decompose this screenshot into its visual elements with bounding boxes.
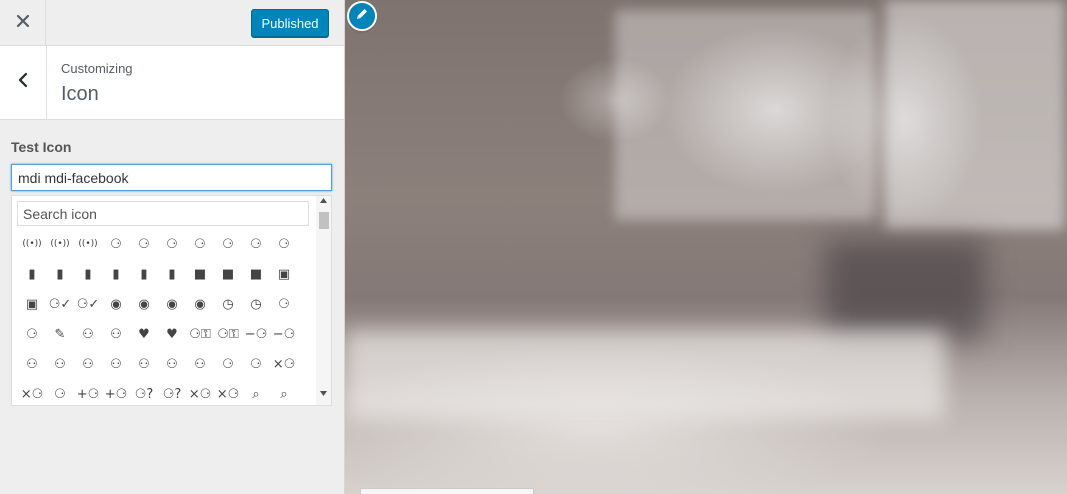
account-minus-outline-icon[interactable]: −⚆ (270, 319, 298, 349)
account-multiple-minus-icon[interactable]: ⚇ (74, 349, 102, 379)
account-minus-icon[interactable]: −⚆ (242, 319, 270, 349)
account-key-outline-icon[interactable]: ⚆⚿ (214, 319, 242, 349)
account-arrow-right-outline-icon[interactable]: ⚆ (270, 229, 298, 259)
account-off-icon[interactable]: ×⚆ (270, 349, 298, 379)
account-child-icon[interactable]: ◉ (102, 289, 130, 319)
icon-class-input[interactable] (11, 164, 332, 191)
account-check-icon[interactable]: ⚆✓ (46, 289, 74, 319)
close-icon (16, 14, 29, 32)
access-point-network-icon[interactable]: ((•)) (46, 229, 74, 259)
account-multiple-plus-icon[interactable]: ⚇ (158, 349, 186, 379)
account-search-icon[interactable]: ⌕ (242, 379, 270, 405)
account-alert-outline-icon[interactable]: ⚆ (158, 229, 186, 259)
account-plus-outline-icon[interactable]: +⚆ (102, 379, 130, 405)
account-plus-icon[interactable]: +⚆ (74, 379, 102, 405)
account-multiple-plus-outline-icon[interactable]: ⚇ (186, 349, 214, 379)
edit-shortcut-button[interactable] (347, 1, 377, 31)
account-question-icon[interactable]: ⚆? (130, 379, 158, 405)
close-button[interactable] (0, 0, 46, 46)
preview-window-right (885, 0, 1065, 230)
account-badge-outline-icon[interactable]: ▮ (158, 259, 186, 289)
scroll-down-icon[interactable] (316, 391, 331, 401)
account-badge-alert-icon[interactable]: ▮ (46, 259, 74, 289)
account-details-icon[interactable]: ⚆ (18, 319, 46, 349)
account-badge-horizontal-outline-icon[interactable]: ▮ (130, 259, 158, 289)
breadcrumb: Customizing (61, 61, 133, 76)
page-title: Icon (61, 83, 99, 105)
account-key-icon[interactable]: ⚆⚿ (186, 319, 214, 349)
account-icon[interactable]: ⚆ (102, 229, 130, 259)
account-clock-icon[interactable]: ◷ (214, 289, 242, 319)
account-box-icon[interactable]: ■ (186, 259, 214, 289)
account-multiple-icon[interactable]: ⚇ (18, 349, 46, 379)
account-check-outline-icon[interactable]: ⚆✓ (74, 289, 102, 319)
account-search-outline-icon[interactable]: ⌕ (270, 379, 298, 405)
account-multiple-minus-outline-icon[interactable]: ⚇ (102, 349, 130, 379)
account-arrow-left-outline-icon[interactable]: ⚆ (214, 229, 242, 259)
account-box-multiple-icon[interactable]: ■ (214, 259, 242, 289)
account-heart-icon[interactable]: ♥ (130, 319, 158, 349)
scroll-up-icon[interactable] (316, 198, 331, 208)
account-heart-outline-icon[interactable]: ♥ (158, 319, 186, 349)
account-remove-icon[interactable]: ×⚆ (186, 379, 214, 405)
account-clock-outline-icon[interactable]: ◷ (242, 289, 270, 319)
search-input[interactable] (17, 201, 309, 226)
account-multiple-outline-icon[interactable]: ⚇ (130, 349, 158, 379)
account-card-details-icon[interactable]: ▣ (270, 259, 298, 289)
account-box-outline-icon[interactable]: ■ (242, 259, 270, 289)
site-preview (345, 0, 1067, 494)
publish-button[interactable]: Published (251, 9, 329, 37)
account-badge-icon[interactable]: ▮ (18, 259, 46, 289)
preview-window-left (615, 10, 875, 220)
preview-desk (345, 330, 945, 420)
customizer-header: Published (0, 0, 344, 46)
account-network-outline-icon[interactable]: ⚆ (242, 349, 270, 379)
account-arrow-right-icon[interactable]: ⚆ (242, 229, 270, 259)
pencil-icon (355, 7, 369, 26)
account-group-outline-icon[interactable]: ⚇ (102, 319, 130, 349)
scrollbar[interactable] (316, 196, 331, 405)
back-button[interactable] (0, 46, 47, 119)
account-convert-icon[interactable]: ⚆ (270, 289, 298, 319)
account-circle-outline-icon[interactable]: ◉ (186, 289, 214, 319)
preview-chair (825, 240, 985, 340)
account-arrow-left-icon[interactable]: ⚆ (186, 229, 214, 259)
account-multiple-check-icon[interactable]: ⚇ (46, 349, 74, 379)
chevron-left-icon (18, 72, 28, 93)
icon-grid: ((•)) ((•)) ((•)) ⚆ ⚆ ⚆ ⚆ ⚆ ⚆ ⚆ ▮ ▮ ▮ ▮ ▮ ▮ ■ ■ ■ ▣ ▣ ⚆✓ ⚆✓ ◉ ◉ ◉… (18, 229, 308, 405)
account-network-icon[interactable]: ⚆ (214, 349, 242, 379)
scrollbar-thumb[interactable] (319, 212, 329, 229)
account-child-circle-icon[interactable]: ◉ (130, 289, 158, 319)
preview-notice-tab (360, 488, 534, 494)
icon-picker: ((•))((•))((•))⚆⚆⚆⚆⚆⚆⚆▮▮▮▮▮▮■■■▣▣⚆✓⚆✓◉◉◉… (11, 195, 332, 406)
account-outline-icon[interactable]: ⚆ (46, 379, 74, 405)
account-card-details-outline-icon[interactable]: ▣ (18, 289, 46, 319)
account-badge-horizontal-icon[interactable]: ▮ (102, 259, 130, 289)
account-off-outline-icon[interactable]: ×⚆ (18, 379, 46, 405)
account-badge-alert-outline-icon[interactable]: ▮ (74, 259, 102, 289)
access-point-network-off-icon[interactable]: ((•)) (74, 229, 102, 259)
account-circle-icon[interactable]: ◉ (158, 289, 186, 319)
account-edit-icon[interactable]: ✎ (46, 319, 74, 349)
account-alert-icon[interactable]: ⚆ (130, 229, 158, 259)
access-point-icon[interactable]: ((•)) (18, 229, 46, 259)
customizer-sidebar: Published Customizing Icon Test Icon ((•… (0, 0, 345, 494)
account-question-outline-icon[interactable]: ⚆? (158, 379, 186, 405)
section-header: Customizing Icon (0, 46, 344, 120)
control-label: Test Icon (11, 139, 72, 155)
account-group-icon[interactable]: ⚇ (74, 319, 102, 349)
account-remove-outline-icon[interactable]: ×⚆ (214, 379, 242, 405)
